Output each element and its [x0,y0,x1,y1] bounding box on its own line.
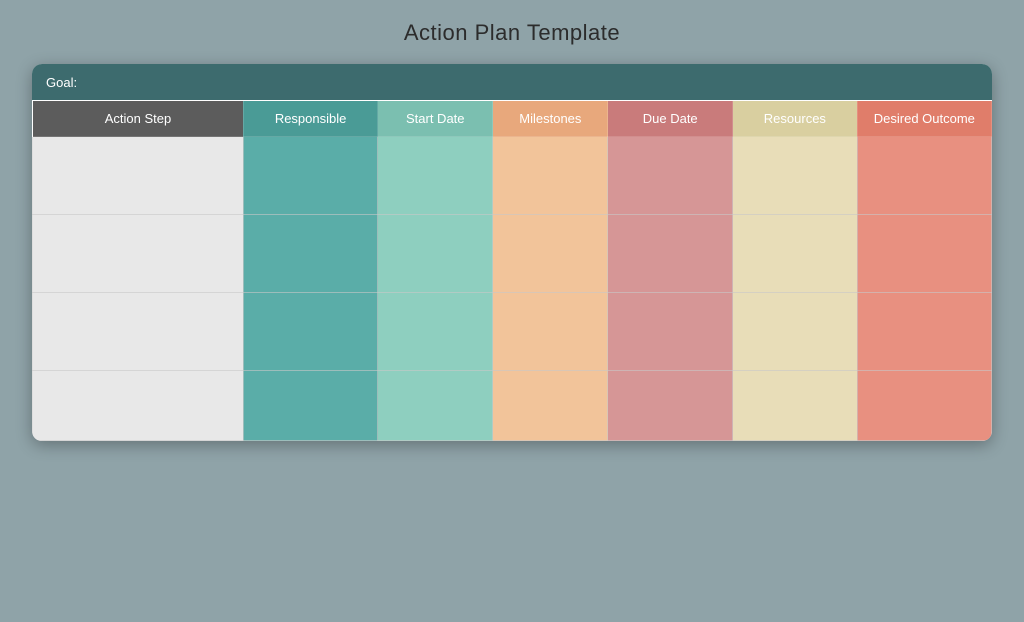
cell-due-date-row2[interactable] [608,215,733,293]
header-desired: Desired Outcome [857,101,991,137]
cell-milestones-row1[interactable] [493,137,608,215]
cell-action-step-row3[interactable] [33,293,244,371]
header-start-date: Start Date [378,101,493,137]
cell-resources-row1[interactable] [733,137,858,215]
cell-resources-row3[interactable] [733,293,858,371]
cell-responsible-row4[interactable] [243,371,377,441]
header-action-step: Action Step [33,101,244,137]
cell-due-date-row4[interactable] [608,371,733,441]
cell-resources-row2[interactable] [733,215,858,293]
cell-milestones-row4[interactable] [493,371,608,441]
cell-start-date-row2[interactable] [378,215,493,293]
page-title: Action Plan Template [404,20,620,46]
cell-desired-row4[interactable] [857,371,991,441]
header-milestones: Milestones [493,101,608,137]
table-header-row: Action StepResponsibleStart DateMileston… [33,101,992,137]
header-due-date: Due Date [608,101,733,137]
cell-milestones-row2[interactable] [493,215,608,293]
goal-label: Goal: [46,75,77,90]
cell-milestones-row3[interactable] [493,293,608,371]
cell-start-date-row4[interactable] [378,371,493,441]
cell-due-date-row3[interactable] [608,293,733,371]
table-row [33,371,992,441]
cell-start-date-row3[interactable] [378,293,493,371]
table-row [33,137,992,215]
action-table: Action StepResponsibleStart DateMileston… [32,100,992,441]
cell-action-step-row4[interactable] [33,371,244,441]
cell-action-step-row1[interactable] [33,137,244,215]
cell-desired-row3[interactable] [857,293,991,371]
table-body [33,137,992,441]
cell-desired-row1[interactable] [857,137,991,215]
cell-responsible-row1[interactable] [243,137,377,215]
cell-desired-row2[interactable] [857,215,991,293]
cell-start-date-row1[interactable] [378,137,493,215]
cell-responsible-row2[interactable] [243,215,377,293]
page-wrapper: Action Plan Template Goal: Action StepRe… [0,0,1024,622]
table-row [33,215,992,293]
table-container: Goal: Action StepResponsibleStart DateMi… [32,64,992,441]
header-resources: Resources [733,101,858,137]
goal-row: Goal: [32,64,992,100]
cell-responsible-row3[interactable] [243,293,377,371]
cell-action-step-row2[interactable] [33,215,244,293]
cell-due-date-row1[interactable] [608,137,733,215]
cell-resources-row4[interactable] [733,371,858,441]
table-row [33,293,992,371]
header-responsible: Responsible [243,101,377,137]
